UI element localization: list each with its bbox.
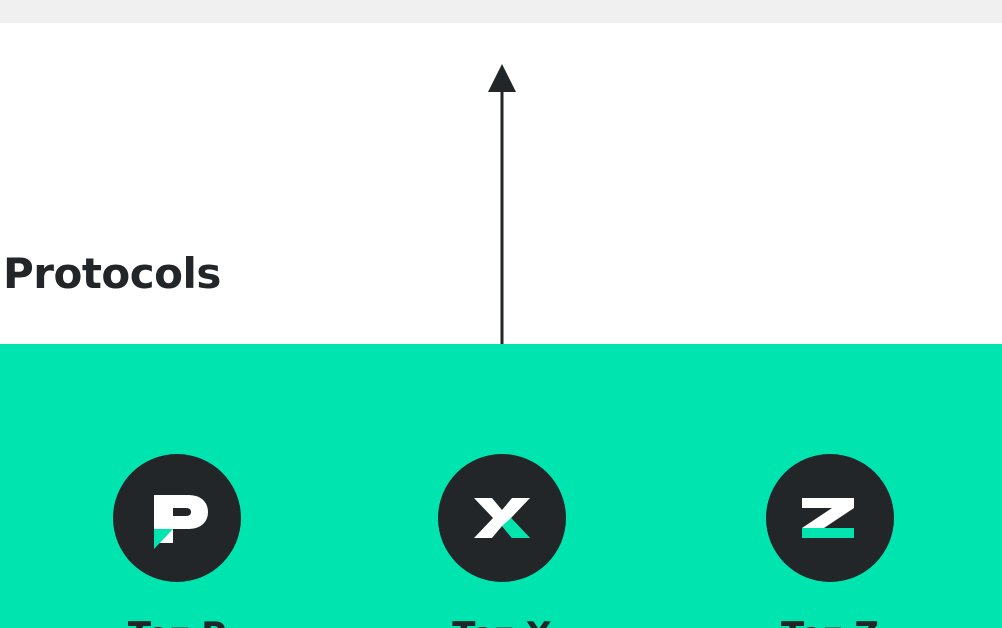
protocol-name: Tez X <box>382 614 622 628</box>
section-title: Protocols <box>3 249 221 298</box>
p-logo-mark <box>154 495 208 549</box>
protocol-item-x: Tez X <box>382 344 622 628</box>
protocol-name: Tez Z <box>710 614 950 628</box>
diagram-canvas: Protocols Tez P Tez X <box>0 0 1002 628</box>
x-logo-mark <box>474 498 530 538</box>
up-arrow <box>488 64 516 348</box>
z-logo-icon <box>766 454 894 582</box>
protocol-band: Tez P Tez X Tez Z <box>0 344 1002 628</box>
protocol-item-z: Tez Z <box>710 344 950 628</box>
z-logo-mark <box>802 498 854 538</box>
top-strip <box>0 0 1002 23</box>
p-logo-icon <box>113 454 241 582</box>
protocol-item-p: Tez P <box>57 344 297 628</box>
x-logo-icon <box>438 454 566 582</box>
protocol-name: Tez P <box>57 614 297 628</box>
